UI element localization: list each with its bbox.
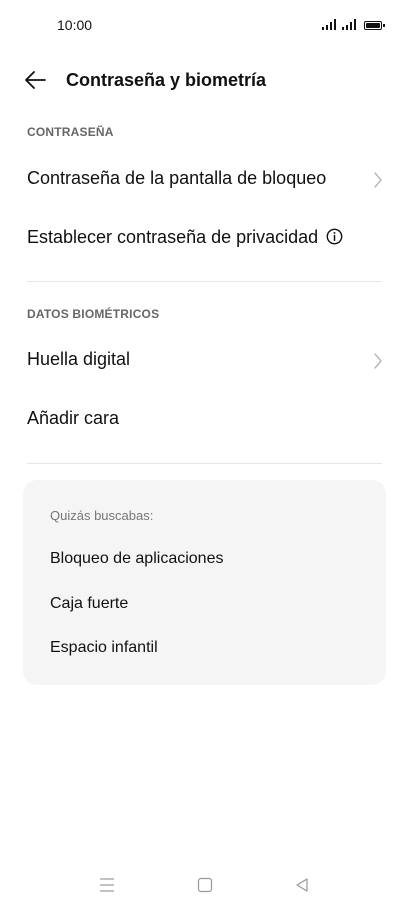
home-icon: [197, 877, 213, 893]
suggestion-safe[interactable]: Caja fuerte: [50, 595, 128, 613]
home-button[interactable]: [195, 876, 215, 894]
back-triangle-icon: [296, 878, 308, 892]
row-label-text: Establecer contraseña de privacidad: [27, 227, 319, 247]
row-label: Contraseña de la pantalla de bloqueo: [27, 168, 327, 188]
navigation-bar: [0, 868, 409, 902]
status-icons: [322, 19, 385, 30]
status-bar: 10:00: [0, 0, 409, 50]
signal-icon: [342, 19, 356, 30]
section-label-biometrics: DATOS BIOMÉTRICOS: [27, 307, 160, 321]
info-icon[interactable]: [326, 228, 343, 245]
status-time: 10:00: [57, 17, 93, 33]
chevron-right-icon: [374, 172, 382, 188]
recents-button[interactable]: [97, 876, 117, 894]
row-privacy-password[interactable]: Establecer contraseña de privacidad: [0, 209, 409, 267]
arrow-left-icon: [25, 71, 46, 89]
page-title: Contraseña y biometría: [66, 70, 267, 90]
divider: [27, 281, 382, 282]
row-fingerprint[interactable]: Huella digital: [0, 331, 409, 389]
row-label: Establecer contraseña de privacidad: [27, 227, 343, 248]
divider: [27, 463, 382, 464]
header: Contraseña y biometría: [0, 62, 409, 98]
battery-icon: [364, 21, 385, 30]
suggestion-kids-space[interactable]: Espacio infantil: [50, 639, 158, 657]
suggestions-title: Quizás buscabas:: [50, 508, 154, 523]
back-button[interactable]: [22, 68, 48, 92]
section-label-password: CONTRASEÑA: [27, 125, 114, 139]
suggestions-card: Quizás buscabas: Bloqueo de aplicaciones…: [23, 480, 386, 685]
row-label: Huella digital: [27, 349, 131, 369]
signal-icon: [322, 19, 336, 30]
menu-icon: [100, 878, 114, 892]
back-nav-button[interactable]: [292, 876, 312, 894]
row-label: Añadir cara: [27, 408, 120, 428]
row-add-face[interactable]: Añadir cara: [0, 390, 409, 448]
chevron-right-icon: [374, 353, 382, 369]
row-lock-screen-password[interactable]: Contraseña de la pantalla de bloqueo: [0, 150, 409, 208]
suggestion-app-lock[interactable]: Bloqueo de aplicaciones: [50, 550, 223, 568]
